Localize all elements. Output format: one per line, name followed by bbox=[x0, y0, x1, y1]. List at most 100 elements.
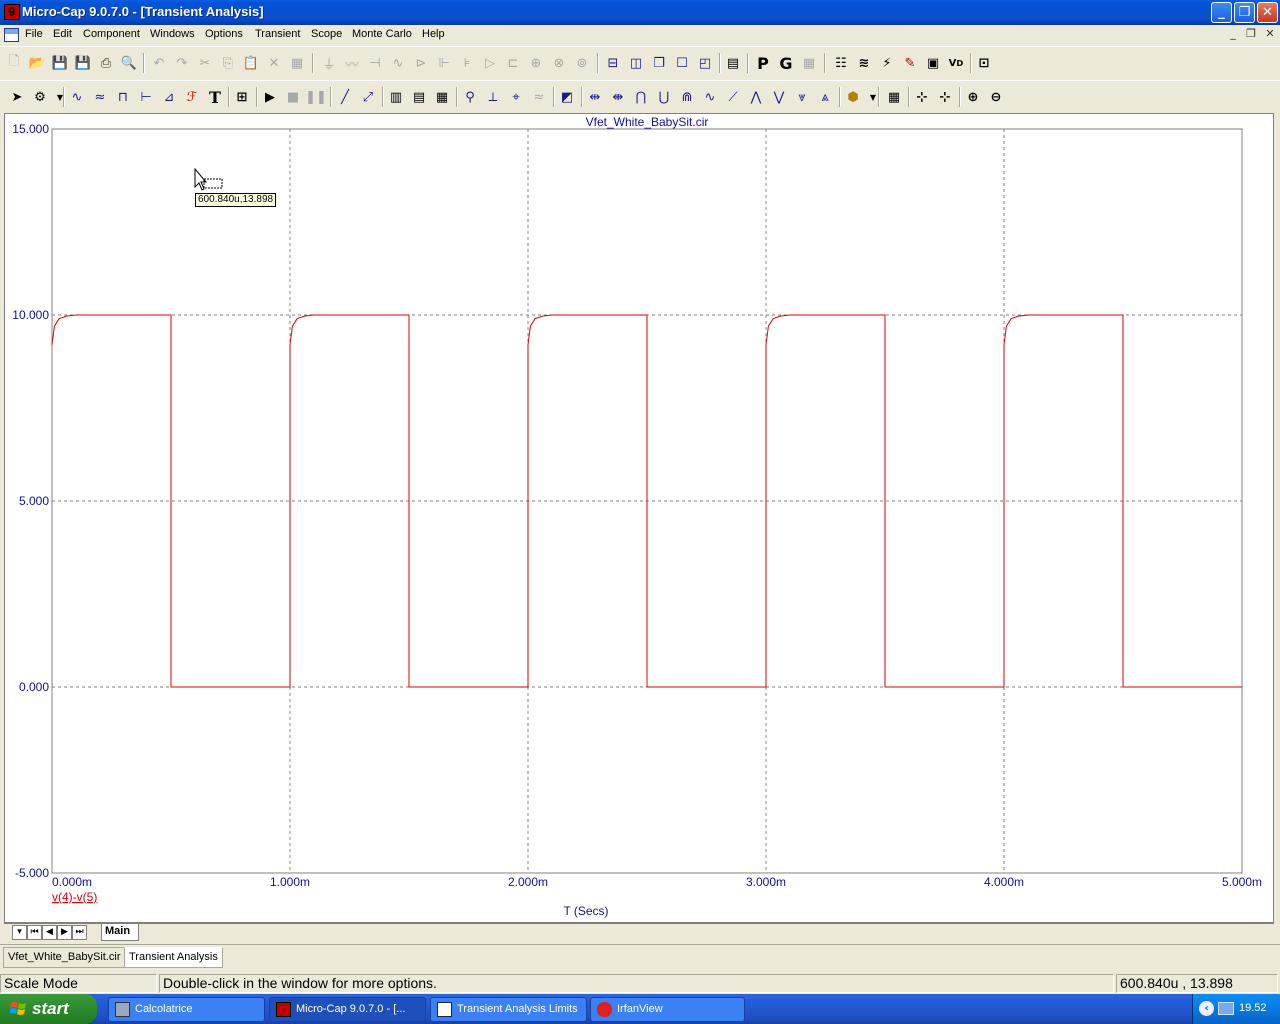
tab-transient-analysis[interactable]: Transient Analysis bbox=[124, 947, 223, 968]
network-icon[interactable] bbox=[1218, 1002, 1234, 1015]
cursor-tool-2-icon[interactable]: ⟂ bbox=[484, 88, 502, 106]
window-icon[interactable]: ☐ bbox=[673, 54, 691, 72]
plot-window[interactable]: Vfet_White_BabySit.cir 15.000 10.000 5.000… bbox=[4, 113, 1274, 923]
print-icon[interactable]: ⎙ bbox=[97, 54, 115, 72]
close-button[interactable]: ✕ bbox=[1257, 2, 1278, 23]
save-all-icon[interactable]: 💾 bbox=[74, 54, 92, 72]
text-tool-icon[interactable]: T bbox=[206, 88, 224, 107]
p-key-icon[interactable]: P bbox=[754, 54, 772, 73]
new-file-icon[interactable]: 🗋 bbox=[5, 54, 23, 72]
image-icon[interactable]: ▣ bbox=[924, 54, 942, 72]
task-calcolatrice[interactable]: Calcolatrice bbox=[108, 997, 265, 1022]
fourier-icon[interactable]: ℱ bbox=[183, 88, 201, 106]
axis-x-icon[interactable]: ⊹ bbox=[913, 88, 931, 106]
wave-tool-3-icon[interactable]: ⊓ bbox=[114, 88, 132, 106]
mdi-restore-button[interactable]: ❐ bbox=[1244, 28, 1258, 41]
delete-icon[interactable]: ✕ bbox=[265, 54, 283, 72]
peak-tool-9-icon[interactable]: ⩔ bbox=[793, 88, 811, 106]
menu-transient[interactable]: Transient bbox=[255, 28, 300, 40]
menu-component[interactable]: Component bbox=[83, 28, 140, 40]
waveform-list-icon[interactable]: ☷ bbox=[832, 54, 850, 72]
npn-icon[interactable]: ⊧ bbox=[458, 54, 476, 72]
start-button[interactable]: start bbox=[0, 994, 97, 1024]
peak-tool-3-icon[interactable]: ⋂ bbox=[632, 88, 650, 106]
resistor-icon[interactable]: 〰 bbox=[343, 54, 361, 73]
tile-vertical-icon[interactable]: ◫ bbox=[627, 54, 645, 72]
menu-help[interactable]: Help bbox=[422, 28, 445, 40]
wave-tool-2-icon[interactable]: ≈ bbox=[91, 88, 109, 106]
run-icon[interactable]: ▶ bbox=[261, 88, 279, 106]
battery-icon[interactable]: ⊩ bbox=[435, 54, 453, 72]
cursor-tool-3-icon[interactable]: ⌖ bbox=[507, 88, 525, 106]
peak-tool-5-icon[interactable]: ⋒ bbox=[678, 88, 696, 106]
microcap-app-icon[interactable] bbox=[4, 4, 20, 20]
tray-expand-icon[interactable]: ‹ bbox=[1199, 1001, 1214, 1016]
inductor-icon[interactable]: ∿ bbox=[389, 54, 407, 72]
mdi-minimize-button[interactable]: _ bbox=[1226, 28, 1240, 41]
select-arrow-icon[interactable]: ➤ bbox=[8, 88, 26, 106]
cut-icon[interactable]: ✂ bbox=[196, 54, 214, 72]
peak-tool-4-icon[interactable]: ⋃ bbox=[655, 88, 673, 106]
task-irfanview[interactable]: IrfanView bbox=[590, 997, 745, 1022]
ground-icon[interactable]: ⏚ bbox=[320, 54, 338, 73]
peak-tool-7-icon[interactable]: ⋀ bbox=[747, 88, 765, 106]
vd-icon[interactable]: VD bbox=[947, 54, 965, 72]
slope-tool-icon[interactable]: ⟋ bbox=[724, 88, 742, 106]
cursor-tool-4-icon[interactable]: ≈ bbox=[530, 88, 548, 106]
tab-circuit[interactable]: Vfet_White_BabySit.cir bbox=[3, 947, 126, 968]
pen-icon[interactable]: ✎ bbox=[901, 54, 919, 72]
cube-icon[interactable]: ⬢ bbox=[844, 88, 862, 106]
capacitor-icon[interactable]: ⊣ bbox=[366, 54, 384, 72]
zoom-out-icon[interactable]: ⊖ bbox=[987, 88, 1005, 106]
menu-edit[interactable]: Edit bbox=[53, 28, 72, 40]
menu-windows[interactable]: Windows bbox=[150, 28, 195, 40]
minimize-button[interactable]: _ bbox=[1211, 2, 1232, 23]
split-window-icon[interactable]: ◰ bbox=[696, 54, 714, 72]
diode-icon[interactable]: ⊳ bbox=[412, 54, 430, 72]
table-icon[interactable]: ▦ bbox=[885, 88, 903, 106]
last-page-button[interactable]: ⏭ bbox=[72, 925, 87, 940]
cursor-tool-1-icon[interactable]: ⚲ bbox=[461, 88, 479, 106]
properties-icon[interactable]: ⊞ bbox=[233, 88, 251, 106]
restore-button[interactable]: ❐ bbox=[1234, 2, 1255, 23]
page-tab-main[interactable]: Main bbox=[101, 924, 139, 941]
axis-y-icon[interactable]: ⊹ bbox=[936, 88, 954, 106]
line-tool-icon[interactable]: ╱ bbox=[336, 88, 354, 106]
peak-tool-10-icon[interactable]: ⩓ bbox=[816, 88, 834, 106]
current-source-icon[interactable]: ⊗ bbox=[550, 54, 568, 72]
peak-tool-1-icon[interactable]: ⇹ bbox=[586, 88, 604, 106]
peak-tool-6-icon[interactable]: ∿ bbox=[701, 88, 719, 106]
next-page-button[interactable]: ▶ bbox=[57, 925, 72, 940]
pulse-source-icon[interactable]: ⊚ bbox=[573, 54, 591, 72]
wave-tool-1-icon[interactable]: ∿ bbox=[68, 88, 86, 106]
peak-tool-8-icon[interactable]: ⋁ bbox=[770, 88, 788, 106]
component-dropdown-icon[interactable]: ▼ bbox=[51, 88, 69, 106]
print-preview-icon[interactable]: 🔍 bbox=[120, 54, 138, 72]
stop-icon[interactable]: ■ bbox=[284, 88, 302, 106]
prev-page-button[interactable]: ◀ bbox=[42, 925, 57, 940]
redo-icon[interactable]: ↷ bbox=[173, 54, 191, 72]
menu-scope[interactable]: Scope bbox=[311, 28, 342, 40]
component-mode-icon[interactable]: ⚙ bbox=[31, 88, 49, 106]
menu-file[interactable]: File bbox=[25, 28, 43, 40]
undo-icon[interactable]: ↶ bbox=[150, 54, 168, 72]
grid-view-icon[interactable]: ▦ bbox=[800, 54, 818, 72]
page-menu-button[interactable]: ▾ bbox=[12, 925, 27, 940]
scale-tool-icon[interactable]: ⤢ bbox=[359, 88, 377, 106]
mdi-close-button[interactable]: ✕ bbox=[1263, 28, 1277, 41]
task-transient-analysis-limits[interactable]: Transient Analysis Limits bbox=[430, 997, 587, 1022]
save-icon[interactable]: 💾 bbox=[51, 54, 69, 72]
first-page-button[interactable]: ⏮ bbox=[27, 925, 42, 940]
chart-settings-icon[interactable]: ◩ bbox=[558, 88, 576, 106]
paste-icon[interactable]: 📋 bbox=[242, 54, 260, 72]
task-microcap[interactable]: Micro-Cap 9.0.7.0 - [... bbox=[269, 997, 426, 1022]
wave-tool-4-icon[interactable]: ⊢ bbox=[137, 88, 155, 106]
wave-tool-5-icon[interactable]: ⊿ bbox=[160, 88, 178, 106]
calculator-icon[interactable]: ▤ bbox=[724, 54, 742, 72]
peak-tool-2-icon[interactable]: ⇼ bbox=[609, 88, 627, 106]
document-window-icon[interactable] bbox=[4, 28, 19, 42]
switch-icon[interactable]: ⊏ bbox=[504, 54, 522, 72]
grid-1-icon[interactable]: ▥ bbox=[387, 88, 405, 106]
probe-icon[interactable]: ⚡ bbox=[878, 54, 896, 72]
copy-icon[interactable]: ⎘ bbox=[219, 54, 237, 72]
